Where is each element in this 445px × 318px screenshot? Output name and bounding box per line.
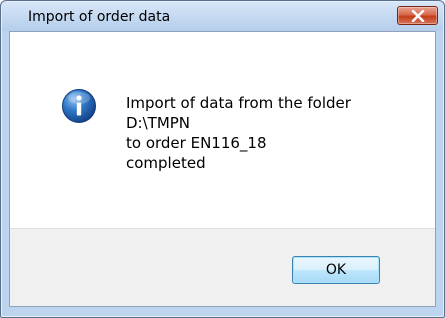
message-text: Import of data from the folder D:\TMPN t…: [126, 93, 351, 173]
ok-button[interactable]: OK: [292, 256, 380, 284]
message-line: D:\TMPN: [126, 114, 191, 132]
message-area: Import of data from the folder D:\TMPN t…: [10, 32, 435, 228]
title-bar[interactable]: Import of order data: [2, 2, 443, 31]
close-button[interactable]: [397, 6, 438, 25]
message-line: Import of data from the folder: [126, 94, 351, 112]
button-bar: OK: [10, 228, 435, 306]
message-line: to order EN116_18: [126, 134, 267, 152]
dialog-window: Import of order data Import of data from…: [0, 0, 445, 318]
info-icon: [62, 89, 96, 123]
message-line: completed: [126, 154, 206, 172]
window-title: Import of order data: [28, 9, 171, 25]
close-icon: [411, 10, 425, 22]
dialog-body: Import of data from the folder D:\TMPN t…: [9, 31, 436, 307]
